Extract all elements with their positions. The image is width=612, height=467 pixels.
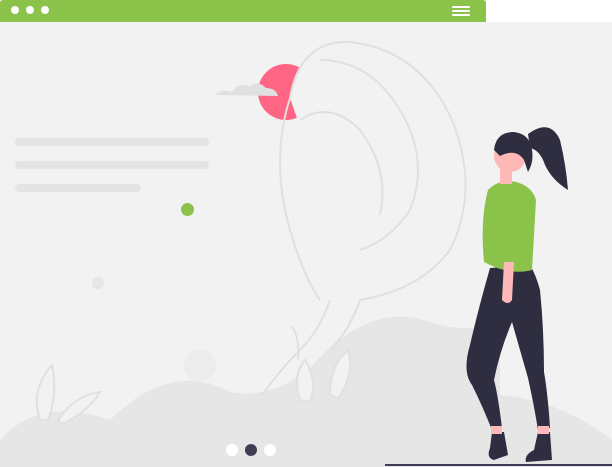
carousel-dot[interactable] bbox=[264, 444, 276, 456]
bubble-shape bbox=[92, 277, 104, 289]
carousel-pager bbox=[226, 443, 278, 457]
figure-ponytail bbox=[528, 127, 568, 190]
hero-illustration bbox=[0, 40, 612, 467]
plant-leaf bbox=[295, 358, 315, 404]
tree-outline bbox=[289, 40, 467, 301]
illustration-stage bbox=[0, 0, 612, 467]
carousel-dot-active[interactable] bbox=[245, 444, 257, 456]
bubble-shape bbox=[184, 349, 216, 381]
accent-dot-icon bbox=[181, 203, 194, 216]
placeholder-text-line bbox=[15, 161, 209, 169]
plant-leaf bbox=[36, 362, 56, 421]
placeholder-text-line bbox=[15, 184, 141, 192]
figure-ankle bbox=[538, 426, 549, 434]
carousel-dot[interactable] bbox=[226, 444, 238, 456]
placeholder-text-line bbox=[15, 138, 209, 146]
figure-ankle bbox=[491, 426, 502, 434]
